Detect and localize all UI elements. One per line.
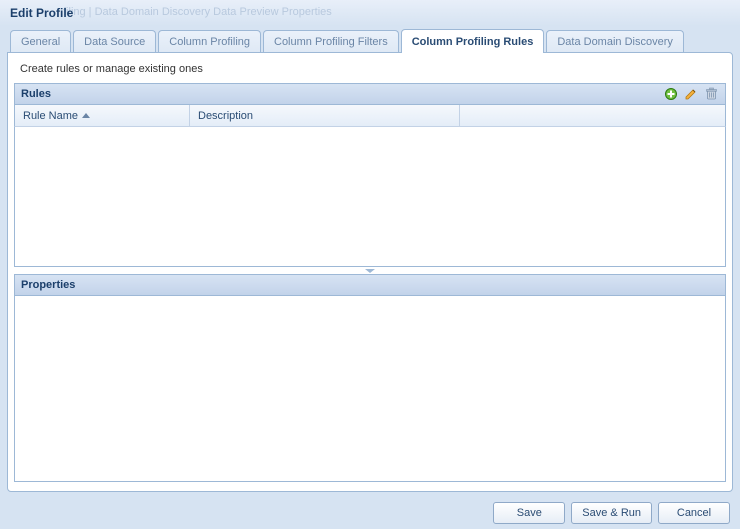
titlebar-ghost-text: filing | Data Domain Discovery Data Prev… [63, 6, 332, 18]
tab-general[interactable]: General [10, 30, 71, 52]
rules-grid-body[interactable] [14, 127, 726, 267]
horizontal-splitter[interactable] [8, 267, 732, 274]
tab-label: Column Profiling Filters [274, 36, 388, 48]
tab-label: Data Source [84, 36, 145, 48]
edit-rule-icon[interactable] [683, 86, 699, 102]
tab-data-source[interactable]: Data Source [73, 30, 156, 52]
column-header-label: Rule Name [23, 110, 78, 122]
column-header-description[interactable]: Description [190, 105, 460, 126]
tab-column-profiling[interactable]: Column Profiling [158, 30, 261, 52]
cancel-button[interactable]: Cancel [658, 502, 730, 524]
rules-panel-title: Rules [21, 88, 51, 100]
tab-label: Column Profiling Rules [412, 36, 534, 48]
add-rule-icon[interactable] [663, 86, 679, 102]
splitter-thumb-icon [365, 269, 375, 273]
tab-label: Column Profiling [169, 36, 250, 48]
save-and-run-button[interactable]: Save & Run [571, 502, 652, 524]
delete-rule-icon[interactable] [703, 86, 719, 102]
tabstrip: General Data Source Column Profiling Col… [0, 26, 740, 52]
tab-column-profiling-filters[interactable]: Column Profiling Filters [263, 30, 399, 52]
tab-column-profiling-rules[interactable]: Column Profiling Rules [401, 29, 545, 53]
tab-content: Create rules or manage existing ones Rul… [7, 52, 733, 492]
properties-panel-title: Properties [21, 279, 75, 291]
save-button[interactable]: Save [493, 502, 565, 524]
column-header-rule-name[interactable]: Rule Name [15, 105, 190, 126]
rules-grid-header: Rule Name Description [14, 105, 726, 127]
dialog-title: Edit Profile [10, 6, 73, 20]
rules-panel: Rules Rule Name Description [14, 83, 726, 267]
titlebar: Edit Profile filing | Data Domain Discov… [0, 0, 740, 26]
properties-panel-header: Properties [14, 274, 726, 296]
properties-panel-body [14, 296, 726, 482]
instruction-text: Create rules or manage existing ones [8, 53, 732, 83]
tab-label: Data Domain Discovery [557, 36, 673, 48]
column-header-spacer [460, 105, 725, 126]
sort-ascending-icon [82, 113, 90, 118]
column-header-label: Description [198, 110, 253, 122]
edit-profile-dialog: Edit Profile filing | Data Domain Discov… [0, 0, 740, 529]
tab-data-domain-discovery[interactable]: Data Domain Discovery [546, 30, 684, 52]
dialog-footer: Save Save & Run Cancel [493, 502, 730, 524]
tab-label: General [21, 36, 60, 48]
properties-panel: Properties [14, 274, 726, 482]
rules-panel-header: Rules [14, 83, 726, 105]
